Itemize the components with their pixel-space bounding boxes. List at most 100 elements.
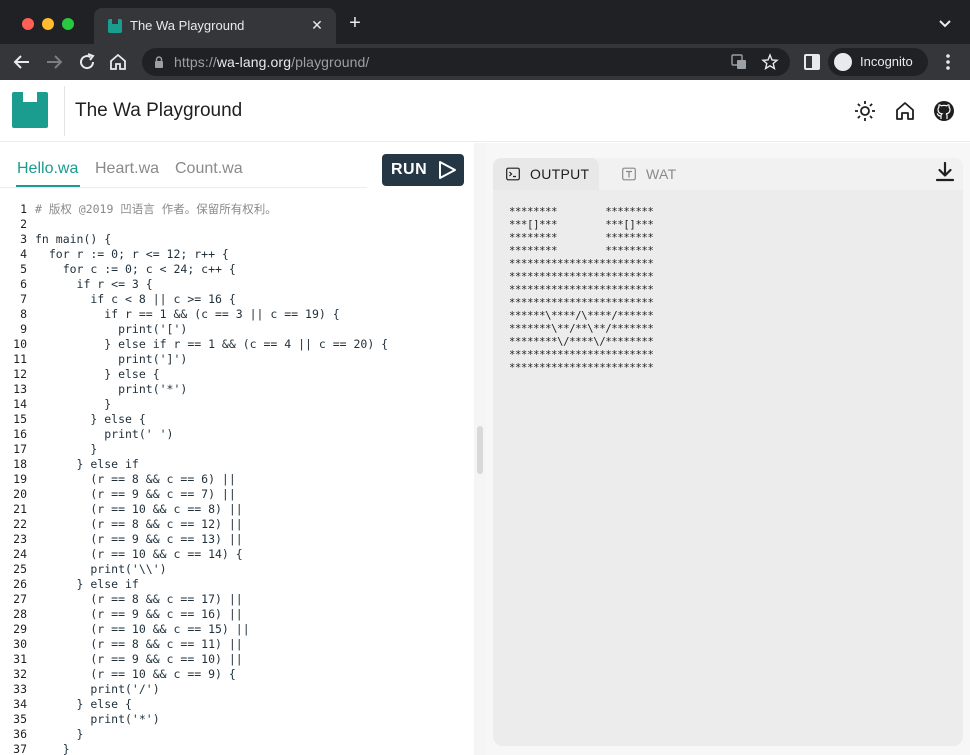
github-icon[interactable] [933, 100, 955, 122]
code-line[interactable]: 12 } else { [0, 367, 474, 382]
url-text[interactable]: https://wa-lang.org/playground/ [174, 54, 369, 70]
code-text[interactable]: (r == 8 && c == 11) || [35, 637, 242, 652]
home-page-icon[interactable] [106, 50, 130, 74]
code-text[interactable]: (r == 10 && c == 8) || [35, 502, 242, 517]
code-text[interactable]: (r == 8 && c == 6) || [35, 472, 235, 487]
output-console[interactable]: ******** ******** ***[]*** ***[]*** ******… [493, 190, 963, 746]
bookmark-star-icon[interactable] [761, 53, 779, 71]
pane-splitter[interactable] [474, 143, 486, 755]
code-line[interactable]: 4 for r := 0; r <= 12; r++ { [0, 247, 474, 262]
address-bar[interactable]: https://wa-lang.org/playground/ [142, 48, 790, 76]
code-text[interactable]: } [35, 742, 70, 755]
code-text[interactable]: print(']') [35, 352, 187, 367]
splitter-handle[interactable] [477, 426, 483, 474]
code-line[interactable]: 9 print('[') [0, 322, 474, 337]
code-line[interactable]: 22 (r == 8 && c == 12) || [0, 517, 474, 532]
code-text[interactable]: print('*') [35, 382, 187, 397]
maximize-window-button[interactable] [62, 18, 74, 30]
code-line[interactable]: 32 (r == 10 && c == 9) { [0, 667, 474, 682]
code-line[interactable]: 15 } else { [0, 412, 474, 427]
forward-arrow-icon[interactable] [42, 50, 66, 74]
code-text[interactable]: for r := 0; r <= 12; r++ { [35, 247, 229, 262]
code-line[interactable]: 35 print('*') [0, 712, 474, 727]
code-text[interactable]: fn main() { [35, 232, 111, 247]
tab-hello-wa[interactable]: Hello.wa [17, 160, 78, 178]
code-line[interactable]: 28 (r == 9 && c == 16) || [0, 607, 474, 622]
code-line[interactable]: 37 } [0, 742, 474, 755]
code-text[interactable]: # 版权 @2019 凹语言 作者。保留所有权利。 [35, 202, 277, 217]
code-text[interactable]: print('[') [35, 322, 187, 337]
code-line[interactable]: 10 } else if r == 1 && (c == 4 || c == 2… [0, 337, 474, 352]
tab-output[interactable]: OUTPUT [493, 158, 599, 190]
code-text[interactable]: (r == 10 && c == 15) || [35, 622, 249, 637]
code-text[interactable]: (r == 8 && c == 17) || [35, 592, 242, 607]
code-line[interactable]: 3 fn main() { [0, 232, 474, 247]
new-tab-button[interactable]: + [345, 13, 365, 34]
code-line[interactable]: 36 } [0, 727, 474, 742]
code-text[interactable]: if r == 1 && (c == 3 || c == 19) { [35, 307, 339, 322]
code-text[interactable]: print('\\') [35, 562, 166, 577]
code-text[interactable]: } [35, 727, 84, 742]
code-line[interactable]: 29 (r == 10 && c == 15) || [0, 622, 474, 637]
code-line[interactable]: 31 (r == 9 && c == 10) || [0, 652, 474, 667]
code-text[interactable]: (r == 10 && c == 14) { [35, 547, 242, 562]
code-text[interactable]: } [35, 442, 97, 457]
tab-heart-wa[interactable]: Heart.wa [95, 160, 159, 178]
minimize-window-button[interactable] [42, 18, 54, 30]
code-line[interactable]: 27 (r == 8 && c == 17) || [0, 592, 474, 607]
back-arrow-icon[interactable] [10, 50, 34, 74]
code-line[interactable]: 11 print(']') [0, 352, 474, 367]
code-line[interactable]: 34 } else { [0, 697, 474, 712]
code-line[interactable]: 33 print('/') [0, 682, 474, 697]
code-line[interactable]: 13 print('*') [0, 382, 474, 397]
code-line[interactable]: 14 } [0, 397, 474, 412]
incognito-profile-button[interactable]: Incognito [828, 48, 928, 76]
run-button[interactable]: RUN [382, 154, 464, 186]
code-line[interactable]: 20 (r == 9 && c == 7) || [0, 487, 474, 502]
code-text[interactable]: } else if r == 1 && (c == 4 || c == 20) … [35, 337, 388, 352]
home-icon[interactable] [894, 100, 916, 122]
code-line[interactable]: 8 if r == 1 && (c == 3 || c == 19) { [0, 307, 474, 322]
more-vert-icon[interactable] [938, 52, 958, 72]
code-line[interactable]: 18 } else if [0, 457, 474, 472]
side-panel-icon[interactable] [800, 50, 824, 74]
tab-close-icon[interactable]: ✕ [308, 16, 326, 34]
wa-logo-icon[interactable] [12, 92, 48, 128]
code-text[interactable]: } [35, 397, 111, 412]
code-line[interactable]: 21 (r == 10 && c == 8) || [0, 502, 474, 517]
code-text[interactable]: if r <= 3 { [35, 277, 153, 292]
tab-count-wa[interactable]: Count.wa [175, 160, 243, 178]
code-text[interactable]: } else if [35, 577, 139, 592]
code-text[interactable]: for c := 0; c < 24; c++ { [35, 262, 236, 277]
code-line[interactable]: 1 # 版权 @2019 凹语言 作者。保留所有权利。 [0, 202, 474, 217]
code-line[interactable]: 24 (r == 10 && c == 14) { [0, 547, 474, 562]
code-line[interactable]: 30 (r == 8 && c == 11) || [0, 637, 474, 652]
code-line[interactable]: 2 [0, 217, 474, 232]
code-text[interactable]: print('/') [35, 682, 159, 697]
translate-icon[interactable] [730, 53, 748, 71]
code-text[interactable]: print('*') [35, 712, 159, 727]
code-text[interactable]: (r == 9 && c == 10) || [35, 652, 242, 667]
code-line[interactable]: 19 (r == 8 && c == 6) || [0, 472, 474, 487]
close-window-button[interactable] [22, 18, 34, 30]
tab-search-chevron-icon[interactable] [936, 14, 954, 32]
code-text[interactable]: (r == 9 && c == 7) || [35, 487, 235, 502]
code-text[interactable]: } else { [35, 412, 145, 427]
code-editor[interactable]: 1 # 版权 @2019 凹语言 作者。保留所有权利。 2 3 fn main() {4… [0, 201, 474, 755]
code-text[interactable]: } else if [35, 457, 139, 472]
code-line[interactable]: 17 } [0, 442, 474, 457]
code-text[interactable]: (r == 10 && c == 9) { [35, 667, 235, 682]
download-icon[interactable] [931, 158, 959, 186]
code-text[interactable]: if c < 8 || c >= 16 { [35, 292, 235, 307]
browser-tab[interactable]: The Wa Playground ✕ [94, 8, 336, 44]
code-line[interactable]: 26 } else if [0, 577, 474, 592]
code-text[interactable]: (r == 9 && c == 13) || [35, 532, 242, 547]
code-line[interactable]: 6 if r <= 3 { [0, 277, 474, 292]
code-text[interactable]: } else { [35, 367, 159, 382]
code-text[interactable]: (r == 9 && c == 16) || [35, 607, 242, 622]
code-text[interactable]: print(' ') [35, 427, 173, 442]
sun-icon[interactable] [854, 100, 876, 122]
lock-icon[interactable] [154, 56, 164, 68]
code-text[interactable]: (r == 8 && c == 12) || [35, 517, 242, 532]
code-text[interactable]: } else { [35, 697, 132, 712]
